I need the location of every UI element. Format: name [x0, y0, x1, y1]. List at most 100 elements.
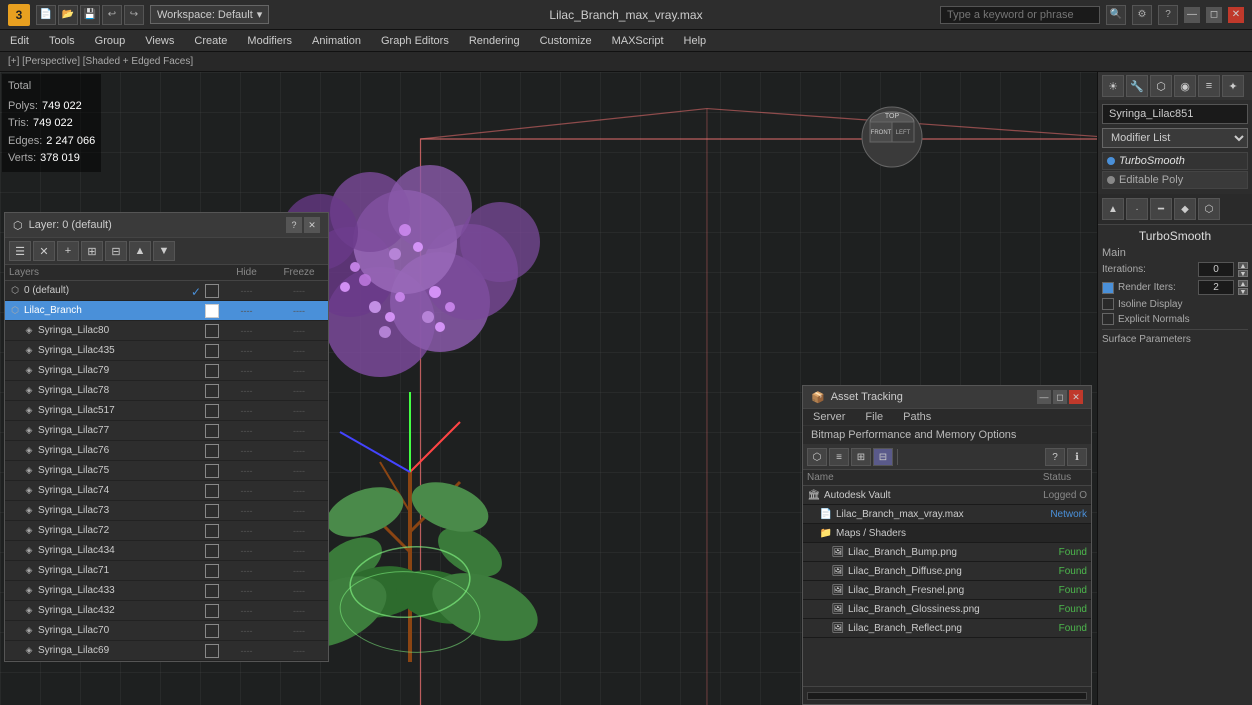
layer-row[interactable]: ◈Syringa_Lilac72-------- — [5, 521, 328, 541]
layer-row-select-box[interactable] — [205, 624, 219, 638]
menu-modifiers[interactable]: Modifiers — [237, 33, 302, 49]
menu-edit[interactable]: Edit — [0, 33, 39, 49]
at-icon-2[interactable]: ≡ — [829, 448, 849, 466]
layer-row-select-box[interactable] — [205, 324, 219, 338]
layer-row[interactable]: ◈Syringa_Lilac517-------- — [5, 401, 328, 421]
settings-icon[interactable]: ⚙ — [1132, 5, 1152, 25]
ts-isoline-checkbox[interactable] — [1102, 298, 1114, 310]
subobj-element-icon[interactable]: ⬡ — [1198, 198, 1220, 220]
help-icon[interactable]: ? — [1158, 5, 1178, 25]
lt-icon-copy[interactable]: ⊞ — [81, 241, 103, 261]
layer-row-select-box[interactable] — [205, 504, 219, 518]
layer-row[interactable]: ◈Syringa_Lilac432-------- — [5, 601, 328, 621]
asset-row[interactable]: 🖼Lilac_Branch_Bump.pngFound — [803, 543, 1091, 562]
asset-minimize-btn[interactable]: — — [1037, 390, 1051, 404]
layer-row-select-box[interactable] — [205, 484, 219, 498]
asset-row[interactable]: 🖼Lilac_Branch_Reflect.pngFound — [803, 619, 1091, 638]
layer-row[interactable]: ◈Syringa_Lilac69-------- — [5, 641, 328, 661]
lt-icon-delete[interactable]: ✕ — [33, 241, 55, 261]
layer-row[interactable]: ◈Syringa_Lilac434-------- — [5, 541, 328, 561]
layer-row[interactable]: ⬡0 (default)✓-------- — [5, 281, 328, 301]
asset-menu-server[interactable]: Server — [803, 409, 855, 425]
asset-row[interactable]: 📄Lilac_Branch_max_vray.maxNetwork — [803, 505, 1091, 524]
layer-help-button[interactable]: ? — [286, 217, 302, 233]
at-icon-info[interactable]: ℹ — [1067, 448, 1087, 466]
layer-row-select-box[interactable] — [205, 284, 219, 298]
layer-row[interactable]: ◈Syringa_Lilac71-------- — [5, 561, 328, 581]
layer-row[interactable]: ◈Syringa_Lilac80-------- — [5, 321, 328, 341]
menu-rendering[interactable]: Rendering — [459, 33, 530, 49]
modifier-item-editablepoly[interactable]: Editable Poly — [1102, 171, 1248, 189]
minimize-button[interactable]: — — [1184, 7, 1200, 23]
asset-menu-paths[interactable]: Paths — [893, 409, 941, 425]
ts-render-down[interactable]: ▼ — [1238, 288, 1248, 295]
ts-iterations-down[interactable]: ▼ — [1238, 270, 1248, 277]
layer-row[interactable]: ◈Syringa_Lilac78-------- — [5, 381, 328, 401]
layer-row[interactable]: ◈Syringa_Lilac70-------- — [5, 621, 328, 641]
layer-row-select-box[interactable] — [205, 584, 219, 598]
subobj-border-icon[interactable]: ━ — [1150, 198, 1172, 220]
asset-row[interactable]: 🖼Lilac_Branch_Fresnel.pngFound — [803, 581, 1091, 600]
layer-row[interactable]: ◈Syringa_Lilac76-------- — [5, 441, 328, 461]
at-icon-4[interactable]: ⊟ — [873, 448, 893, 466]
layer-row-select-box[interactable] — [205, 364, 219, 378]
at-icon-1[interactable]: ⬡ — [807, 448, 827, 466]
save-icon[interactable]: 💾 — [80, 5, 100, 25]
close-button[interactable]: ✕ — [1228, 7, 1244, 23]
menu-maxscript[interactable]: MAXScript — [602, 33, 674, 49]
lt-icon-move-up[interactable]: ▲ — [129, 241, 151, 261]
at-icon-help[interactable]: ? — [1045, 448, 1065, 466]
layer-close-button[interactable]: ✕ — [304, 217, 320, 233]
layer-row-select-box[interactable] — [205, 384, 219, 398]
layer-row-select-box[interactable] — [205, 564, 219, 578]
menu-views[interactable]: Views — [135, 33, 184, 49]
search-input[interactable] — [940, 6, 1100, 24]
menu-group[interactable]: Group — [85, 33, 136, 49]
layer-row-select-box[interactable] — [205, 644, 219, 658]
layer-row[interactable]: ◈Syringa_Lilac77-------- — [5, 421, 328, 441]
asset-restore-btn[interactable]: ◻ — [1053, 390, 1067, 404]
layer-row[interactable]: ◈Syringa_Lilac435-------- — [5, 341, 328, 361]
at-icon-3[interactable]: ⊞ — [851, 448, 871, 466]
subobj-vertex-icon[interactable]: ▲ — [1102, 198, 1124, 220]
ts-iterations-up[interactable]: ▲ — [1238, 262, 1248, 269]
subobj-edge-icon[interactable]: · — [1126, 198, 1148, 220]
layer-row-select-box[interactable] — [205, 404, 219, 418]
rp-icon-6[interactable]: ✦ — [1222, 75, 1244, 97]
rp-icon-2[interactable]: 🔧 — [1126, 75, 1148, 97]
ts-explicit-checkbox[interactable] — [1102, 313, 1114, 325]
layer-row[interactable]: ◈Syringa_Lilac75-------- — [5, 461, 328, 481]
subobj-poly-icon[interactable]: ◆ — [1174, 198, 1196, 220]
layer-row[interactable]: ◈Syringa_Lilac74-------- — [5, 481, 328, 501]
asset-row[interactable]: 🖼Lilac_Branch_Glossiness.pngFound — [803, 600, 1091, 619]
open-file-icon[interactable]: 📂 — [58, 5, 78, 25]
layer-row-select-box[interactable] — [205, 524, 219, 538]
ts-render-iters-checkbox[interactable] — [1102, 282, 1114, 294]
new-file-icon[interactable]: 📄 — [36, 5, 56, 25]
asset-row[interactable]: 🖼Lilac_Branch_Diffuse.pngFound — [803, 562, 1091, 581]
layer-row[interactable]: ◈Syringa_Lilac433-------- — [5, 581, 328, 601]
layer-row-select-box[interactable] — [205, 444, 219, 458]
menu-graph-editors[interactable]: Graph Editors — [371, 33, 459, 49]
lt-icon-paste[interactable]: ⊟ — [105, 241, 127, 261]
modifier-list-dropdown[interactable]: Modifier List — [1102, 128, 1248, 148]
layer-row-select-box[interactable] — [205, 544, 219, 558]
layer-row-select-box[interactable] — [205, 424, 219, 438]
asset-menu-file[interactable]: File — [855, 409, 893, 425]
layer-row-select-box[interactable] — [205, 604, 219, 618]
redo-icon[interactable]: ↪ — [124, 5, 144, 25]
undo-icon[interactable]: ↩ — [102, 5, 122, 25]
menu-create[interactable]: Create — [184, 33, 237, 49]
rp-icon-1[interactable]: ☀ — [1102, 75, 1124, 97]
lt-icon-move-down[interactable]: ▼ — [153, 241, 175, 261]
restore-button[interactable]: ◻ — [1206, 7, 1222, 23]
layer-row-select-box[interactable] — [205, 304, 219, 318]
rp-icon-4[interactable]: ◉ — [1174, 75, 1196, 97]
asset-submenu-options[interactable]: Options — [979, 429, 1017, 441]
layer-row-select-box[interactable] — [205, 344, 219, 358]
asset-submenu-bitmap[interactable]: Bitmap Performance and Memory — [811, 429, 975, 441]
asset-row[interactable]: 📁Maps / Shaders — [803, 524, 1091, 543]
menu-help[interactable]: Help — [674, 33, 717, 49]
ts-render-iters-input[interactable] — [1198, 280, 1234, 295]
layer-row-select-box[interactable] — [205, 464, 219, 478]
